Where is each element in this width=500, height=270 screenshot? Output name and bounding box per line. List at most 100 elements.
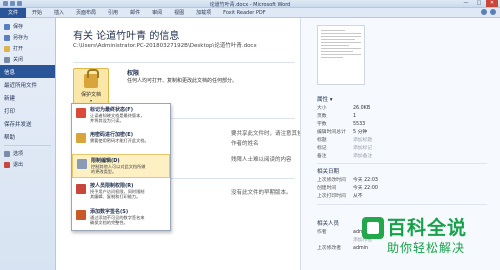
protect-document-label: 保护文档: [80, 92, 101, 98]
page-title: 有关 论道竹叶青 的信息: [73, 31, 180, 42]
nav-info[interactable]: 信息: [0, 65, 55, 78]
nav-save-as-label: 另存为: [13, 35, 29, 41]
property-row: 大小 26.0KB: [317, 104, 487, 111]
date-value: 从不: [353, 194, 363, 199]
document-thumbnail[interactable]: [317, 25, 365, 85]
menu-item-desc: 需要使用密码才能打开此文档。: [90, 138, 149, 143]
help-icon[interactable]: [490, 9, 496, 15]
tab-file[interactable]: 文件: [0, 7, 26, 18]
property-row: 标记 添加标记: [317, 144, 487, 151]
add-title-field[interactable]: 添加标题: [353, 138, 372, 143]
nav-open[interactable]: 打开: [0, 43, 55, 54]
tab-home[interactable]: 开始: [26, 9, 48, 16]
menu-mark-as-final[interactable]: 标记为最终状态(F) 让读者知晓文档是最终版本， 并将其设为只读。: [72, 104, 170, 128]
tab-insert[interactable]: 插入: [48, 9, 70, 16]
thumb-line: [321, 42, 361, 43]
tab-page-layout[interactable]: 页面布局: [70, 9, 102, 16]
nav-exit[interactable]: 退出: [0, 159, 55, 170]
properties-heading[interactable]: 属性 ▾: [317, 95, 333, 103]
people-key: 上次修改者: [317, 246, 341, 251]
menu-item-title: 用密码进行加密(E): [90, 132, 133, 138]
save-icon: [4, 23, 10, 30]
thumb-line: [321, 45, 349, 46]
nav-close-label: 关闭: [13, 57, 24, 63]
date-key: 上次修改时间: [317, 178, 346, 183]
divider: [317, 204, 487, 205]
divider: [73, 62, 295, 63]
maximize-button[interactable]: □: [473, 0, 485, 7]
thumb-line: [321, 51, 353, 52]
watermark-title: 百科全说: [387, 217, 468, 239]
nav-save-label: 保存: [13, 24, 24, 30]
property-key: 字数: [317, 122, 327, 127]
info-panel: 有关 论道竹叶青 的信息 C:\Users\Administrator.PC-2…: [57, 18, 330, 270]
nav-print[interactable]: 打印: [0, 104, 55, 117]
minimize-ribbon-icon[interactable]: [481, 9, 487, 15]
tab-view[interactable]: 视图: [168, 9, 190, 16]
menu-add-digital-signature[interactable]: 添加数字签名(S) 通过添加不可见的数字签名来 确保文档的完整性。: [72, 206, 170, 230]
add-tag-field[interactable]: 添加标记: [353, 146, 372, 151]
property-row: 字数 5533: [317, 120, 487, 127]
property-row: 备注 添加备注: [317, 152, 487, 159]
tab-add-ins[interactable]: 加载项: [190, 9, 217, 16]
add-comment-field[interactable]: 添加备注: [353, 154, 372, 159]
digital-signature-icon: [76, 210, 86, 220]
nav-close[interactable]: 关闭: [0, 54, 55, 65]
ribbon-tabs: 文件 开始 插入 页面布局 引用 邮件 审阅 视图 加载项 Foxit Read…: [0, 7, 500, 18]
nav-recent-label: 最近所用文件: [4, 82, 38, 89]
file-path: C:\Users\Administrator.PC-20180327192B\D…: [73, 43, 257, 49]
nav-help-label: 帮助: [4, 134, 16, 141]
tab-foxit-pdf[interactable]: Foxit Reader PDF: [217, 10, 272, 16]
nav-save[interactable]: 保存: [0, 21, 55, 32]
property-key: 备注: [317, 154, 327, 159]
nav-help[interactable]: 帮助: [0, 130, 55, 143]
date-value: 今天 22:03: [353, 178, 378, 183]
nav-save-send[interactable]: 保存并发送: [0, 117, 55, 130]
nav-options[interactable]: 选项: [0, 148, 55, 159]
menu-item-desc: 确保文档的完整性。: [90, 220, 128, 225]
thumb-line: [321, 36, 361, 37]
thumb-line: [321, 48, 361, 49]
date-row: 上次打印时间 从不: [317, 192, 487, 199]
nav-new-label: 新建: [4, 95, 16, 102]
date-row: 上次修改时间 今天 22:03: [317, 176, 487, 183]
menu-item-title: 标记为最终状态(F): [90, 107, 133, 113]
nav-info-label: 信息: [4, 69, 16, 76]
menu-item-title: 限制编辑(D): [91, 158, 120, 164]
tab-mailings[interactable]: 邮件: [124, 9, 146, 16]
property-value: 1: [353, 114, 357, 119]
nav-new[interactable]: 新建: [0, 91, 55, 104]
tab-references[interactable]: 引用: [102, 9, 124, 16]
tab-review[interactable]: 审阅: [146, 9, 168, 16]
thumb-line: [321, 57, 343, 58]
window-title: 论道竹叶青.docx - Microsoft Word: [209, 2, 291, 8]
permissions-heading: 权限: [127, 70, 140, 77]
date-key: 创建时间: [317, 186, 337, 191]
close-doc-icon: [4, 56, 10, 63]
minimize-button[interactable]: —: [460, 0, 472, 7]
property-key: 编辑时间总计: [317, 130, 346, 135]
lock-icon: [84, 69, 99, 88]
date-key: 上次打印时间: [317, 194, 346, 199]
close-window-button[interactable]: ✕: [486, 0, 498, 7]
nav-open-label: 打开: [13, 46, 24, 52]
exit-icon: [4, 161, 10, 168]
menu-restrict-by-people[interactable]: 按人员限制权限(R) 授予用户访问权限，同时限制 其编辑、复制和打印能力。: [72, 180, 170, 204]
property-key: 大小: [317, 106, 327, 111]
nav-recent[interactable]: 最近所用文件: [0, 78, 55, 91]
menu-encrypt-password[interactable]: 用密码进行加密(E) 需要使用密码才能打开此文档。: [72, 129, 170, 153]
nav-exit-label: 退出: [13, 162, 24, 168]
property-row: 标题 添加标题: [317, 136, 487, 143]
restrict-people-icon: [76, 184, 86, 194]
thumb-line: [321, 30, 345, 31]
menu-restrict-editing[interactable]: 限制编辑(D) 控制其他人可以对此文档所做 的更改类型。: [72, 154, 170, 178]
nav-print-label: 打印: [4, 108, 16, 115]
thumb-line: [321, 39, 355, 40]
nav-divider: [4, 145, 51, 146]
menu-item-desc: 其编辑、复制和打印能力。: [90, 194, 141, 199]
versions-text: 没有此文件的早期版本。: [231, 190, 292, 196]
divider: [317, 163, 487, 164]
nav-save-as[interactable]: 另存为: [0, 32, 55, 43]
date-value: 今天 22:00: [353, 186, 378, 191]
accessibility-text: 残障人士难以阅读的内容: [231, 157, 292, 163]
